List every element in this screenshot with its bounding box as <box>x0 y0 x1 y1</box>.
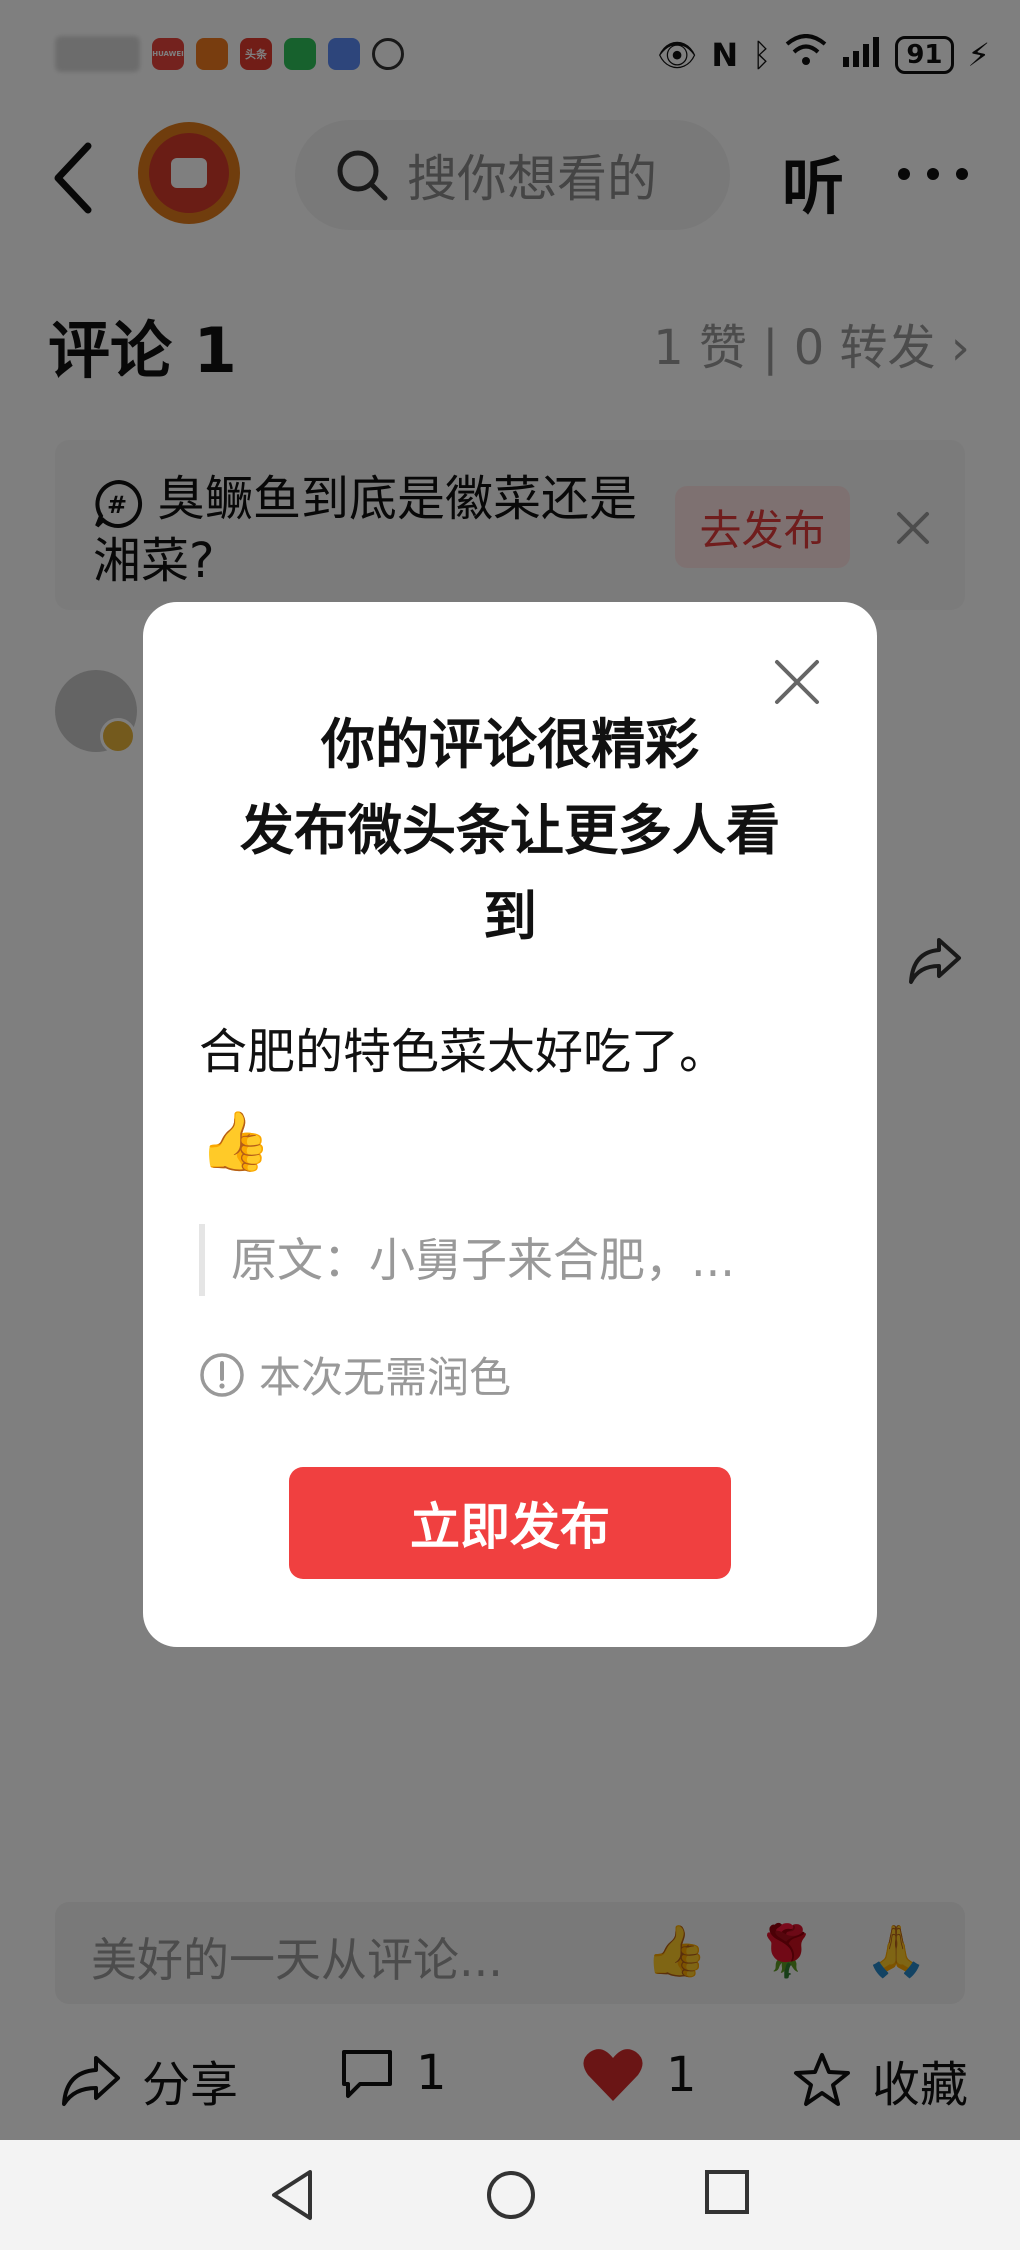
thumbs-up-emoji-icon: 👍 <box>199 1107 272 1175</box>
system-nav-bar <box>0 2140 1020 2250</box>
info-icon <box>200 1352 244 1397</box>
hint-row: 本次无需润色 <box>199 1344 511 1405</box>
publish-now-button[interactable]: 立即发布 <box>289 1467 731 1579</box>
original-quote: 原文：小舅子来合肥，... <box>199 1224 799 1296</box>
nav-home-icon[interactable] <box>484 2168 538 2222</box>
close-icon[interactable] <box>771 656 823 708</box>
hint-text: 本次无需润色 <box>259 1353 512 1402</box>
dialog-title-line: 发布微头条让更多人看 <box>240 799 780 862</box>
dialog-title-line: 你的评论很精彩 <box>321 713 699 776</box>
nav-recents-icon[interactable] <box>703 2168 751 2216</box>
nav-back-icon[interactable] <box>268 2168 318 2222</box>
dialog-title: 你的评论很精彩 发布微头条让更多人看 到 <box>203 702 817 960</box>
comment-preview: 合肥的特色菜太好吃了。 <box>199 1024 728 1080</box>
dialog-title-line: 到 <box>483 885 537 948</box>
publish-dialog: 你的评论很精彩 发布微头条让更多人看 到 合肥的特色菜太好吃了。 👍 原文：小舅… <box>143 602 877 1647</box>
